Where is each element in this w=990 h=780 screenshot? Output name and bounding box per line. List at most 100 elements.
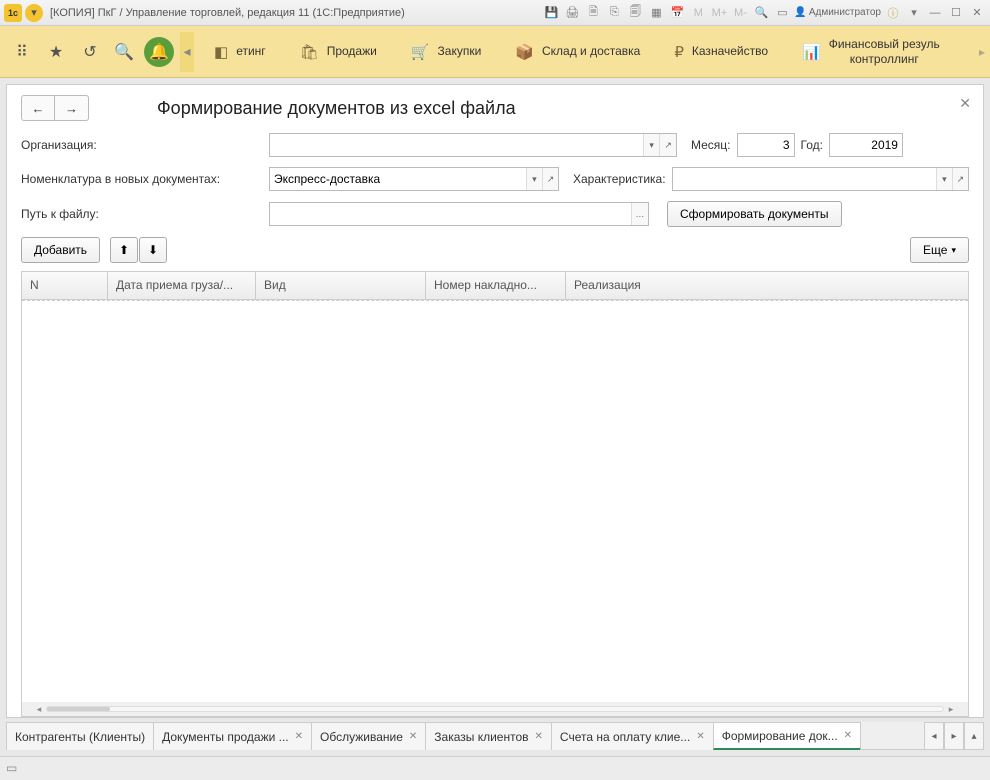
user-label[interactable]: 👤Администратор	[794, 7, 881, 18]
org-input[interactable]	[270, 134, 643, 156]
bottom-tabs: Контрагенты (Клиенты) Документы продажи …	[6, 722, 984, 750]
status-icon[interactable]: ▭	[6, 761, 22, 777]
org-open-icon[interactable]: ↗	[659, 134, 676, 156]
close-window-icon[interactable]: ✕	[968, 4, 986, 22]
org-label: Организация:	[21, 138, 263, 152]
close-tab-icon[interactable]: ✕	[409, 731, 417, 742]
compare-icon[interactable]: ⎘	[605, 4, 623, 22]
col-type[interactable]: Вид	[256, 272, 426, 299]
year-input-wrap	[829, 133, 903, 157]
calendar-icon[interactable]: 📅	[668, 4, 686, 22]
table-hscrollbar[interactable]: ◂ ▸	[22, 702, 968, 716]
filepath-browse-icon[interactable]: …	[631, 203, 648, 225]
characteristic-dropdown-icon[interactable]: ▾	[936, 168, 952, 190]
m-button[interactable]: M	[689, 4, 707, 22]
titlebar: 1c ▾ [КОПИЯ] ПкГ / Управление торговлей,…	[0, 0, 990, 26]
warehouse-icon: 📦	[515, 43, 534, 61]
search-icon[interactable]: 🔍	[110, 38, 138, 66]
print-icon[interactable]: 🖨	[563, 4, 581, 22]
characteristic-input-wrap: ▾ ↗	[672, 167, 969, 191]
tab-invoices[interactable]: Счета на оплату клие...✕	[551, 722, 714, 750]
info-icon[interactable]: ⓘ	[884, 4, 902, 22]
close-tab-icon[interactable]: ✕	[696, 731, 704, 742]
zoom-icon[interactable]: 🔍	[752, 4, 770, 22]
close-tab-icon[interactable]: ✕	[535, 731, 543, 742]
app-logo-icon[interactable]: 1c	[4, 4, 22, 22]
save-icon[interactable]: 💾	[542, 4, 560, 22]
year-input[interactable]	[830, 134, 902, 156]
col-number[interactable]: Номер накладно...	[426, 272, 566, 299]
history-nav-group: ← →	[21, 95, 89, 121]
nav-section-sales[interactable]: 🛍Продажи	[286, 26, 391, 77]
m-plus-button[interactable]: M+	[710, 4, 728, 22]
nomenclature-label: Номенклатура в новых документах:	[21, 172, 263, 186]
maximize-icon[interactable]: ☐	[947, 4, 965, 22]
history-icon[interactable]: ↺	[76, 38, 104, 66]
col-n[interactable]: N	[22, 272, 108, 299]
nomenclature-input[interactable]	[270, 168, 526, 190]
purchases-icon: 🛒	[411, 43, 430, 61]
chevron-down-icon: ▾	[951, 245, 956, 256]
characteristic-open-icon[interactable]: ↗	[952, 168, 968, 190]
org-dropdown-icon[interactable]: ▾	[643, 134, 660, 156]
apps-grid-icon[interactable]: ⠿	[8, 38, 36, 66]
favorites-star-icon[interactable]: ★	[42, 38, 70, 66]
close-page-icon[interactable]: ✕	[959, 95, 971, 112]
dropdown-icon[interactable]: ▾	[905, 4, 923, 22]
back-button[interactable]: ←	[21, 95, 55, 121]
treasury-icon: ₽	[674, 43, 684, 61]
minimize-icon[interactable]: —	[926, 4, 944, 22]
scroll-left-icon[interactable]: ◂	[34, 704, 44, 715]
year-label: Год:	[801, 138, 823, 152]
move-down-button[interactable]: ⬇	[139, 237, 167, 263]
sales-icon: 🛍	[300, 43, 319, 61]
org-input-wrap: ▾ ↗	[269, 133, 677, 157]
statusbar: ▭	[0, 756, 990, 780]
finance-icon: 📊	[802, 43, 821, 61]
nav-scroll-left[interactable]: ◂	[180, 32, 194, 72]
nav-section-finance[interactable]: 📊Финансовый резуль контроллинг	[788, 26, 954, 77]
characteristic-input[interactable]	[673, 168, 936, 190]
filepath-input-wrap: …	[269, 202, 649, 226]
tab-contractors[interactable]: Контрагенты (Клиенты)	[6, 722, 154, 750]
window-title: [КОПИЯ] ПкГ / Управление торговлей, реда…	[50, 7, 405, 19]
col-realization[interactable]: Реализация	[566, 272, 968, 299]
filepath-input[interactable]	[270, 203, 631, 225]
tab-client-orders[interactable]: Заказы клиентов✕	[425, 722, 552, 750]
nav-section-marketing[interactable]: ◧етинг	[200, 26, 280, 77]
tabs-scroll-right[interactable]: ▸	[944, 722, 964, 750]
marketing-icon: ◧	[214, 43, 228, 61]
add-button[interactable]: Добавить	[21, 237, 100, 263]
page-title: Формирование документов из excel файла	[157, 98, 516, 119]
app-menu-dropdown[interactable]: ▾	[25, 4, 43, 22]
more-button[interactable]: Еще▾	[910, 237, 969, 263]
documents-table: N Дата приема груза/... Вид Номер наклад…	[21, 271, 969, 717]
tab-sales-documents[interactable]: Документы продажи ...✕	[153, 722, 312, 750]
generate-documents-button[interactable]: Сформировать документы	[667, 201, 842, 227]
close-tab-icon[interactable]: ✕	[295, 731, 303, 742]
tab-service[interactable]: Обслуживание✕	[311, 722, 426, 750]
month-input[interactable]	[738, 134, 794, 156]
calculator-icon[interactable]: ▦	[647, 4, 665, 22]
move-up-button[interactable]: ⬆	[110, 237, 138, 263]
nomenclature-dropdown-icon[interactable]: ▾	[526, 168, 542, 190]
nav-section-purchases[interactable]: 🛒Закупки	[397, 26, 495, 77]
close-tab-icon[interactable]: ✕	[844, 730, 852, 741]
table-header: N Дата приема груза/... Вид Номер наклад…	[22, 272, 968, 300]
col-date[interactable]: Дата приема груза/...	[108, 272, 256, 299]
nav-section-warehouse[interactable]: 📦Склад и доставка	[501, 26, 654, 77]
forward-button[interactable]: →	[55, 95, 89, 121]
m-minus-button[interactable]: M-	[731, 4, 749, 22]
window-icon[interactable]: ▭	[773, 4, 791, 22]
tabs-scroll-left[interactable]: ◂	[924, 722, 944, 750]
nav-scroll-right[interactable]: ▸	[976, 26, 988, 77]
nomenclature-open-icon[interactable]: ↗	[542, 168, 558, 190]
nav-section-treasury[interactable]: ₽Казначейство	[660, 26, 782, 77]
preview-icon[interactable]: 🗎	[584, 4, 602, 22]
tab-formation[interactable]: Формирование док...✕	[713, 722, 861, 750]
table-body[interactable]	[22, 300, 968, 702]
notifications-bell-icon[interactable]: 🔔	[144, 37, 174, 67]
tabs-menu[interactable]: ▴	[964, 722, 984, 750]
copy-icon[interactable]: 🗐	[626, 4, 644, 22]
scroll-right-icon[interactable]: ▸	[946, 704, 956, 715]
